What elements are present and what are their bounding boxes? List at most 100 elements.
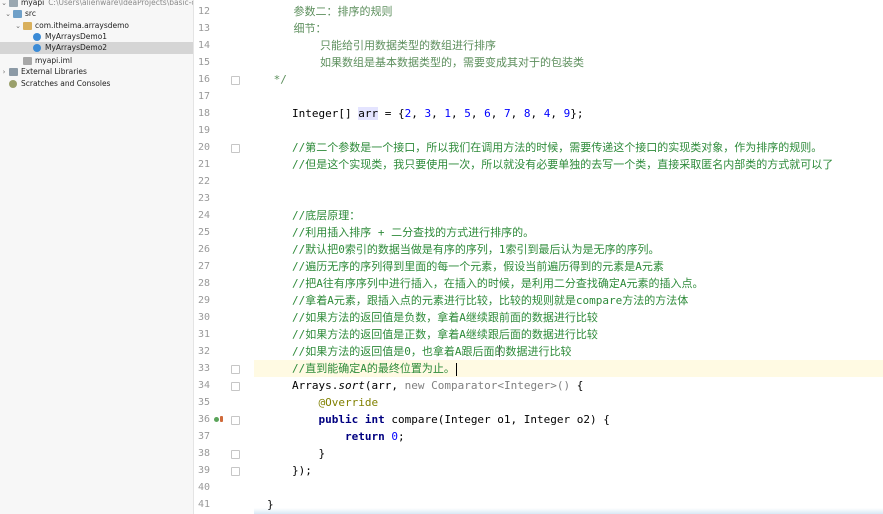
code-token: new Comparator<Integer>() bbox=[404, 379, 571, 392]
mouse-ibeam-cursor bbox=[499, 345, 500, 357]
line-number: 24 bbox=[197, 210, 210, 221]
code-line[interactable]: }); bbox=[292, 462, 312, 479]
line-number: 29 bbox=[197, 295, 210, 306]
code-token: compare(Integer o1, Integer o2) { bbox=[391, 413, 610, 426]
code-token: , bbox=[550, 107, 564, 120]
override-icon[interactable] bbox=[214, 417, 219, 422]
line-number: 33 bbox=[197, 363, 210, 374]
code-token: public int bbox=[292, 413, 392, 426]
code-token: //默认把0索引的数据当做是有序的序列，1索引到最后认为是无序的序列。 bbox=[292, 243, 660, 256]
line-number: 35 bbox=[197, 397, 210, 408]
code-token: 如果数组是基本数据类型的，需要变成其对于的包装类 bbox=[267, 56, 584, 69]
code-editor[interactable]: 参数二：排序的规则 细节： 只能给引用数据类型的数组进行排序 如果数组是基本数据… bbox=[254, 0, 883, 514]
code-token: //直到能确定A的最终位置为止。 bbox=[292, 362, 455, 375]
code-line[interactable]: 如果数组是基本数据类型的，需要变成其对于的包装类 bbox=[267, 54, 584, 71]
code-token: , bbox=[411, 107, 425, 120]
code-line[interactable]: //默认把0索引的数据当做是有序的序列，1索引到最后认为是无序的序列。 bbox=[292, 241, 660, 258]
fold-icon[interactable] bbox=[231, 467, 240, 476]
code-line[interactable]: //如果方法的返回值是负数，拿着A继续跟前面的数据进行比较 bbox=[292, 309, 598, 326]
code-line[interactable]: //第二个参数是一个接口，所以我们在调用方法的时候，需要传递这个接口的实现类对象… bbox=[292, 139, 822, 156]
code-line[interactable]: //遍历无序的序列得到里面的每一个元素，假设当前遍历得到的元素是A元素 bbox=[292, 258, 664, 275]
code-line[interactable]: Integer[] arr = {2, 3, 1, 5, 6, 7, 8, 4,… bbox=[292, 105, 583, 122]
chevron-down-icon[interactable]: ⌄ bbox=[4, 8, 12, 20]
code-token: return bbox=[292, 430, 392, 443]
line-number: 39 bbox=[197, 465, 210, 476]
implementation-arrow-icon[interactable] bbox=[220, 416, 223, 422]
code-line[interactable]: 参数二：排序的规则 bbox=[267, 3, 392, 20]
code-token: 5 bbox=[464, 107, 471, 120]
editor-gutter[interactable]: 12 13 14 15 16 17 18 19 20 21 22 23 24 25 26 27 28 29 30 31… bbox=[194, 0, 254, 514]
code-line[interactable]: //如果方法的返回值是0，也拿着A跟后面的数据进行比较 bbox=[292, 343, 572, 360]
line-number: 27 bbox=[197, 261, 210, 272]
code-line[interactable]: 只能给引用数据类型的数组进行排序 bbox=[267, 37, 496, 54]
code-line[interactable]: 细节： bbox=[267, 20, 326, 37]
fold-icon[interactable] bbox=[231, 365, 240, 374]
text-caret bbox=[455, 362, 457, 376]
code-token: }); bbox=[292, 464, 312, 477]
tree-item[interactable]: ⌄ src bbox=[0, 8, 193, 20]
fold-icon[interactable] bbox=[231, 382, 240, 391]
tree-item[interactable]: MyArraysDemo2 bbox=[0, 42, 193, 54]
code-token: 只能给引用数据类型的数组进行排序 bbox=[267, 39, 496, 52]
code-token: //如果方法的返回值是负数，拿着A继续跟前面的数据进行比较 bbox=[292, 311, 598, 324]
code-line[interactable]: //把A往有序序列中进行插入，在插入的时候，是利用二分查找确定A元素的插入点。 bbox=[292, 275, 704, 292]
line-number: 17 bbox=[197, 91, 210, 102]
code-token: }; bbox=[570, 107, 584, 120]
line-number: 16 bbox=[197, 74, 210, 85]
tree-item[interactable]: Scratches and Consoles bbox=[0, 78, 193, 90]
tree-item-label: MyArraysDemo2 bbox=[45, 43, 108, 52]
fold-icon[interactable] bbox=[231, 144, 240, 153]
code-token: = { bbox=[378, 107, 405, 120]
code-line[interactable]: //底层原理： bbox=[292, 207, 360, 224]
line-number: 26 bbox=[197, 244, 210, 255]
line-number: 36 bbox=[197, 414, 210, 425]
tree-item-label: src bbox=[25, 9, 36, 18]
code-token: //利用插入排序 + 二分查找的方式进行排序的。 bbox=[292, 226, 535, 239]
line-number: 18 bbox=[197, 108, 210, 119]
line-number: 13 bbox=[197, 23, 210, 34]
line-number: 40 bbox=[197, 482, 210, 493]
line-number: 28 bbox=[197, 278, 210, 289]
code-token: //底层原理： bbox=[292, 209, 361, 222]
tree-item[interactable]: › External Libraries bbox=[0, 66, 193, 78]
fold-icon[interactable] bbox=[231, 450, 240, 459]
code-token: //把A往有序序列中进行插入，在插入的时候，是利用二分查找确定A元素的插入点。 bbox=[292, 277, 704, 290]
code-line[interactable]: //利用插入排序 + 二分查找的方式进行排序的。 bbox=[292, 224, 534, 241]
code-token: Arrays. bbox=[292, 379, 339, 392]
package-icon bbox=[23, 22, 32, 30]
line-number: 38 bbox=[197, 448, 210, 459]
code-token: sort bbox=[338, 379, 365, 392]
code-token: 6 bbox=[484, 107, 491, 120]
chevron-right-icon[interactable]: › bbox=[0, 66, 8, 78]
code-token: //第二个参数是一个接口，所以我们在调用方法的时候，需要传递这个接口的实现类对象… bbox=[292, 141, 823, 154]
code-line[interactable]: //但是这个实现类，我只要使用一次，所以就没有必要单独的去写一个类，直接采取匿名… bbox=[292, 156, 833, 173]
code-line[interactable]: Arrays.sort(arr, new Comparator<Integer>… bbox=[292, 377, 583, 394]
code-token: */ bbox=[267, 73, 287, 86]
code-token: //但是这个实现类，我只要使用一次，所以就没有必要单独的去写一个类，直接采取匿名… bbox=[292, 158, 834, 171]
code-line[interactable]: //如果方法的返回值是正数，拿着A继续跟后面的数据进行比较 bbox=[292, 326, 598, 343]
code-line[interactable]: //直到能确定A的最终位置为止。 bbox=[292, 360, 457, 377]
code-line[interactable]: */ bbox=[267, 71, 287, 88]
tree-item-label: External Libraries bbox=[21, 67, 87, 76]
line-number: 22 bbox=[197, 176, 210, 187]
code-token: 1 bbox=[444, 107, 451, 120]
code-token: ; bbox=[397, 430, 405, 443]
code-token: 0 bbox=[391, 430, 398, 443]
code-token: @Override bbox=[292, 396, 379, 409]
code-line[interactable]: //拿着A元素，跟插入点的元素进行比较，比较的规则就是compare方法的方法体 bbox=[292, 292, 688, 309]
module-path: C:\Users\alienware\IdeaProjects\basic-co… bbox=[48, 0, 193, 7]
code-token: //如果方法的返回值是正数，拿着A继续跟后面的数据进行比较 bbox=[292, 328, 598, 341]
code-token: (arr, bbox=[364, 379, 405, 392]
line-number: 25 bbox=[197, 227, 210, 238]
code-token: , bbox=[490, 107, 504, 120]
code-line[interactable]: public int compare(Integer o1, Integer o… bbox=[292, 411, 610, 428]
code-line[interactable]: return 0; bbox=[292, 428, 405, 445]
code-token: arr bbox=[358, 107, 379, 120]
fold-icon[interactable] bbox=[231, 76, 240, 85]
fold-icon[interactable] bbox=[231, 416, 240, 425]
code-line[interactable]: } bbox=[292, 445, 325, 462]
code-token: 7 bbox=[503, 107, 511, 120]
code-line[interactable]: @Override bbox=[292, 394, 378, 411]
code-token: , bbox=[530, 107, 544, 120]
line-number: 37 bbox=[197, 431, 210, 442]
